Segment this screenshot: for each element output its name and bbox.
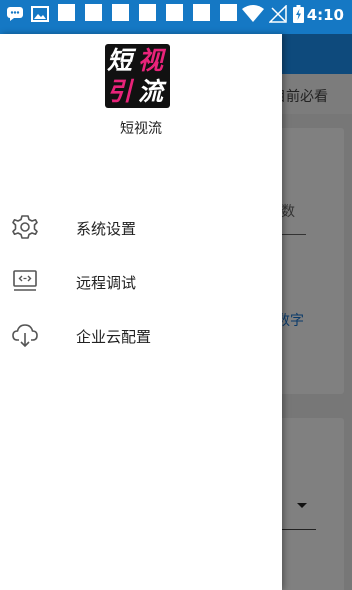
no-signal-icon (268, 4, 287, 27)
logo-char: 流 (138, 77, 164, 106)
dropdown-arrow-icon (297, 503, 307, 508)
app-square-icon (58, 4, 75, 21)
navigation-drawer: 短 视 引 流 短视流 系统设置 远程调试 企业云配置 (0, 34, 282, 590)
background-field-placeholder: 数 (281, 204, 295, 220)
app-square-icon (85, 4, 102, 21)
menu-item-system-settings[interactable]: 系统设置 (0, 200, 282, 254)
status-bar: 4:10 (0, 0, 352, 34)
app-square-icon (220, 4, 237, 21)
menu-item-label: 系统设置 (76, 220, 137, 238)
logo-char: 引 (107, 77, 133, 106)
app-square-icon (166, 4, 183, 21)
menu-item-enterprise-cloud[interactable]: 企业云配置 (0, 308, 282, 362)
logo-char: 视 (138, 46, 164, 75)
app-square-icon (193, 4, 210, 21)
app-logo: 短 视 引 流 (105, 44, 170, 108)
image-icon (31, 6, 49, 26)
status-time: 4:10 (306, 6, 344, 24)
chat-icon (6, 6, 24, 26)
settings-gear-icon (10, 213, 40, 241)
menu-item-label: 企业云配置 (76, 328, 152, 346)
app-name: 短视流 (120, 121, 162, 137)
app-square-icon (112, 4, 129, 21)
menu-item-remote-debug[interactable]: 远程调试 (0, 254, 282, 308)
menu-item-label: 远程调试 (76, 274, 137, 292)
cloud-download-icon (10, 321, 40, 349)
wifi-icon (242, 5, 264, 27)
logo-char: 短 (107, 46, 133, 75)
battery-charging-icon (293, 5, 304, 27)
app-square-icon (139, 4, 156, 21)
remote-debug-icon (10, 267, 40, 295)
